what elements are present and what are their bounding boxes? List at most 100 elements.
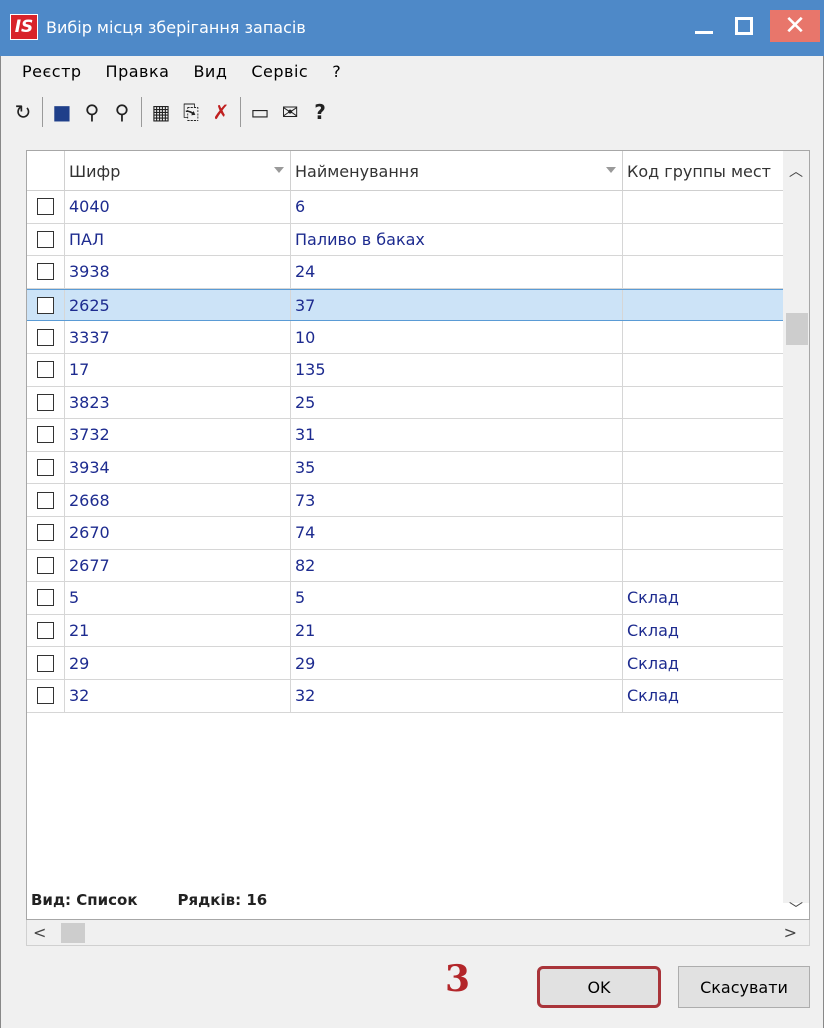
cell-name[interactable]: 73 xyxy=(291,484,623,516)
cell-group[interactable] xyxy=(623,484,783,516)
copy-icon[interactable]: ⎘ xyxy=(176,96,206,128)
table-row[interactable]: 29 29 Склад xyxy=(27,647,783,680)
row-checkbox[interactable] xyxy=(37,491,54,509)
table-row[interactable]: 5 5 Склад xyxy=(27,582,783,615)
cell-name[interactable]: 24 xyxy=(291,256,623,288)
scroll-right-icon[interactable]: > xyxy=(784,923,797,942)
menu-item-view[interactable]: Вид xyxy=(181,60,239,88)
row-checkbox[interactable] xyxy=(37,687,54,705)
cell-code[interactable]: 21 xyxy=(65,614,291,647)
form-icon[interactable]: ▭ xyxy=(245,96,275,128)
maximize-button[interactable] xyxy=(723,10,765,42)
cell-code[interactable]: 3938 xyxy=(65,256,291,288)
row-checkbox[interactable] xyxy=(37,393,54,411)
cell-group[interactable]: Склад xyxy=(623,680,783,712)
cell-group[interactable]: Склад xyxy=(623,582,783,614)
table-row[interactable]: 4040 6 xyxy=(27,191,783,224)
row-checkbox-cell[interactable] xyxy=(27,256,65,288)
cell-name[interactable]: 25 xyxy=(291,386,623,419)
cell-group[interactable] xyxy=(623,517,783,549)
row-checkbox-cell[interactable] xyxy=(27,582,65,614)
column-header-group[interactable]: Код группы мест xyxy=(623,151,783,191)
cell-name[interactable]: Паливо в баках xyxy=(291,223,623,256)
help-icon[interactable]: ? xyxy=(305,96,335,128)
menu-item-registry[interactable]: Реєстр xyxy=(10,60,94,88)
scroll-left-icon[interactable]: < xyxy=(33,923,46,942)
row-checkbox-cell[interactable] xyxy=(27,419,65,451)
row-checkbox[interactable] xyxy=(37,263,54,281)
row-checkbox[interactable] xyxy=(37,622,54,640)
table-row[interactable]: 3337 10 xyxy=(27,321,783,354)
table-row[interactable]: 3823 25 xyxy=(27,386,783,420)
row-checkbox-cell[interactable] xyxy=(27,223,65,256)
row-checkbox[interactable] xyxy=(37,556,54,574)
cell-group[interactable] xyxy=(623,387,783,419)
row-checkbox[interactable] xyxy=(37,524,54,542)
cell-code[interactable]: 2677 xyxy=(65,549,291,582)
scroll-down-icon[interactable]: ﹀ xyxy=(783,899,809,919)
cell-group[interactable] xyxy=(623,191,783,223)
filter-dropdown-icon[interactable] xyxy=(274,167,284,173)
cell-code[interactable]: 5 xyxy=(65,582,291,614)
cell-code[interactable]: ПАЛ xyxy=(65,223,291,256)
row-checkbox-cell[interactable] xyxy=(27,353,65,386)
cell-name[interactable]: 5 xyxy=(291,582,623,614)
cell-name[interactable]: 135 xyxy=(291,353,623,386)
table-row[interactable]: 3732 31 xyxy=(27,419,783,452)
row-checkbox[interactable] xyxy=(37,296,54,314)
ok-button[interactable]: OK xyxy=(537,966,661,1008)
row-checkbox-cell[interactable] xyxy=(27,321,65,353)
minimize-button[interactable] xyxy=(683,10,725,42)
row-checkbox-cell[interactable] xyxy=(27,549,65,582)
save-icon[interactable]: ■ xyxy=(47,96,77,128)
row-checkbox-cell[interactable] xyxy=(27,451,65,484)
row-checkbox-cell[interactable] xyxy=(27,191,65,223)
header-checkbox-column[interactable] xyxy=(27,151,65,191)
scroll-thumb-horizontal[interactable] xyxy=(61,923,85,943)
menu-item-help[interactable]: ? xyxy=(320,60,353,88)
refresh-icon[interactable]: ↻ xyxy=(8,96,38,128)
row-checkbox-cell[interactable] xyxy=(27,647,65,679)
table-row[interactable]: 2677 82 xyxy=(27,549,783,583)
cell-name[interactable]: 10 xyxy=(291,321,623,353)
vertical-scrollbar[interactable]: ︿ ﹀ xyxy=(783,151,809,918)
horizontal-scrollbar[interactable]: < > xyxy=(26,920,810,946)
table-row[interactable]: 2625 37 xyxy=(27,288,783,322)
cell-code[interactable]: 17 xyxy=(65,353,291,386)
scroll-thumb[interactable] xyxy=(786,313,808,345)
search-next-icon[interactable]: ⚲ xyxy=(107,96,137,128)
filter-dropdown-icon[interactable] xyxy=(606,167,616,173)
cell-group[interactable] xyxy=(623,550,783,582)
close-button[interactable]: ✕ xyxy=(770,10,820,42)
row-checkbox[interactable] xyxy=(37,328,54,346)
column-header-name[interactable]: Найменування xyxy=(291,151,623,191)
cell-code[interactable]: 29 xyxy=(65,647,291,679)
cell-group[interactable] xyxy=(623,354,783,386)
cell-group[interactable] xyxy=(623,419,783,451)
table-row[interactable]: 17 135 xyxy=(27,353,783,387)
cell-group[interactable] xyxy=(623,256,783,288)
scroll-up-icon[interactable]: ︿ xyxy=(783,161,809,181)
cell-group[interactable]: Склад xyxy=(623,647,783,679)
cancel-button[interactable]: Скасувати xyxy=(678,966,810,1008)
row-checkbox[interactable] xyxy=(37,198,54,216)
row-checkbox[interactable] xyxy=(37,459,54,477)
table-row[interactable]: 32 32 Склад xyxy=(27,679,783,713)
cell-name[interactable]: 21 xyxy=(291,614,623,647)
menu-item-edit[interactable]: Правка xyxy=(94,60,182,88)
table-row[interactable]: 3934 35 xyxy=(27,451,783,485)
cell-name[interactable]: 35 xyxy=(291,451,623,484)
cell-code[interactable]: 3934 xyxy=(65,451,291,484)
menu-item-service[interactable]: Сервіс xyxy=(239,60,320,88)
row-checkbox-cell[interactable] xyxy=(27,614,65,647)
cell-group[interactable] xyxy=(623,452,783,484)
table-row[interactable]: 3938 24 xyxy=(27,256,783,289)
cell-name[interactable]: 6 xyxy=(291,191,623,223)
row-checkbox-cell[interactable] xyxy=(27,386,65,419)
row-checkbox[interactable] xyxy=(37,361,54,379)
cell-code[interactable]: 3732 xyxy=(65,419,291,451)
table-row[interactable]: 2670 74 xyxy=(27,516,783,550)
table-icon[interactable]: ▦ xyxy=(146,96,176,128)
cell-code[interactable]: 3337 xyxy=(65,321,291,353)
cell-name[interactable]: 37 xyxy=(291,289,623,321)
